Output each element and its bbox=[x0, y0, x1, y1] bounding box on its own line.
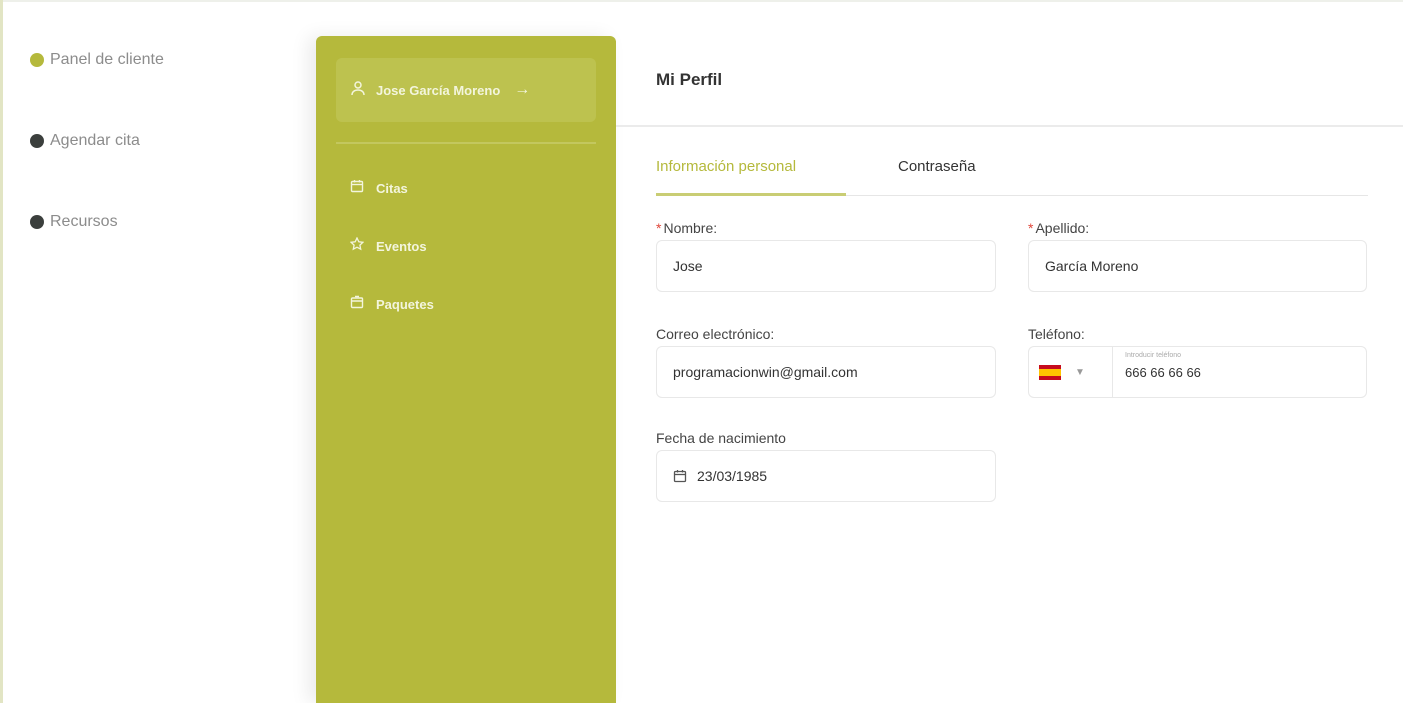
nav-dot-icon bbox=[30, 53, 44, 67]
calendar-icon bbox=[350, 179, 364, 198]
panel-item-paquetes[interactable]: Paquetes bbox=[350, 292, 434, 316]
calendar-icon bbox=[673, 469, 687, 483]
panel-divider bbox=[336, 142, 596, 144]
profile-tabs: Información personal Contraseña bbox=[656, 158, 1368, 196]
panel-item-label: Eventos bbox=[376, 238, 427, 254]
country-selector[interactable]: ▼ bbox=[1039, 347, 1113, 397]
header-divider bbox=[616, 125, 1403, 127]
required-mark: * bbox=[656, 220, 662, 236]
arrow-right-icon: → bbox=[514, 81, 531, 98]
nombre-label-text: Nombre: bbox=[663, 220, 718, 236]
user-icon bbox=[350, 80, 366, 101]
chevron-down-icon: ▼ bbox=[1075, 366, 1085, 378]
left-border bbox=[0, 0, 3, 703]
nav-item-label: Recursos bbox=[50, 213, 118, 230]
panel-item-label: Citas bbox=[376, 180, 408, 196]
package-icon bbox=[350, 295, 364, 314]
panel-item-eventos[interactable]: Eventos bbox=[349, 234, 434, 258]
apellido-label: * Apellido: bbox=[1028, 220, 1089, 236]
spain-flag-icon bbox=[1039, 364, 1061, 380]
nombre-value: Jose bbox=[673, 258, 703, 274]
profile-side-panel: Jose García Moreno → Citas Eventos Paque… bbox=[316, 36, 616, 703]
apellido-field[interactable]: García Moreno bbox=[1028, 240, 1367, 292]
fecha-label: Fecha de nacimiento bbox=[656, 430, 786, 446]
nav-item-recursos[interactable]: Recursos bbox=[30, 202, 290, 242]
phone-input[interactable]: Introducir teléfono 666 66 66 66 bbox=[1125, 352, 1201, 380]
email-field[interactable]: programacionwin@gmail.com bbox=[656, 346, 996, 398]
telefono-label: Teléfono: bbox=[1028, 326, 1085, 342]
tab-informacion-personal[interactable]: Información personal bbox=[656, 158, 796, 196]
birthdate-value: 23/03/1985 bbox=[697, 468, 768, 484]
star-icon bbox=[349, 235, 365, 256]
active-tab-indicator bbox=[656, 193, 846, 196]
email-value: programacionwin@gmail.com bbox=[673, 364, 858, 380]
apellido-value: García Moreno bbox=[1045, 258, 1139, 274]
nombre-field[interactable]: Jose bbox=[656, 240, 996, 292]
nav-item-agendar-cita[interactable]: Agendar cita bbox=[30, 121, 290, 161]
nav-item-label: Panel de cliente bbox=[50, 51, 164, 68]
nav-item-panel-de-cliente[interactable]: Panel de cliente bbox=[30, 40, 290, 80]
top-border bbox=[0, 0, 1403, 2]
nav-dot-icon bbox=[30, 215, 44, 229]
birthdate-field[interactable]: 23/03/1985 bbox=[656, 450, 996, 502]
user-profile-link[interactable]: Jose García Moreno → bbox=[336, 58, 596, 122]
correo-label: Correo electrónico: bbox=[656, 326, 775, 342]
nav-item-label: Agendar cita bbox=[50, 132, 140, 149]
required-mark: * bbox=[1028, 220, 1034, 236]
tab-contrasena[interactable]: Contraseña bbox=[898, 158, 976, 196]
phone-value: 666 66 66 66 bbox=[1125, 365, 1201, 380]
panel-menu: Citas Eventos Paquetes bbox=[349, 176, 434, 350]
phone-hint: Introducir teléfono bbox=[1125, 352, 1182, 359]
apellido-label-text: Apellido: bbox=[1035, 220, 1090, 236]
panel-item-citas[interactable]: Citas bbox=[350, 176, 434, 200]
nombre-label: * Nombre: bbox=[656, 220, 717, 236]
user-name: Jose García Moreno bbox=[376, 82, 501, 98]
main-nav: Panel de cliente Agendar cita Recursos bbox=[30, 40, 290, 283]
phone-field: ▼ Introducir teléfono 666 66 66 66 bbox=[1028, 346, 1367, 398]
nav-dot-icon bbox=[30, 134, 44, 148]
panel-item-label: Paquetes bbox=[376, 296, 434, 312]
page-title: Mi Perfil bbox=[656, 70, 723, 89]
